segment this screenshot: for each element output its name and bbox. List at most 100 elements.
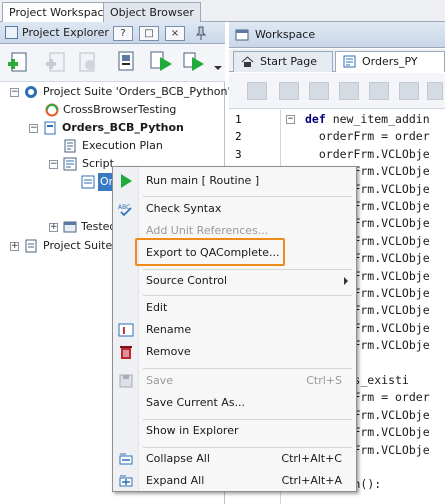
code-content: new_item_addin [325,112,430,126]
menu-item-edit[interactable]: Edit [113,297,356,319]
tree-item-project-suite[interactable]: − Project Suite 'Orders_BCB_Python' (1 [0,83,245,101]
help-button[interactable]: ? [113,26,133,41]
trash-icon [118,344,134,360]
crossbrowser-icon [45,103,59,117]
menu-label: Edit [146,301,168,314]
line-number: 1 [235,113,242,126]
menu-label: Save Current As... [146,396,246,409]
outdent-icon[interactable] [309,82,329,100]
tree-item-crossbrowsertesting[interactable]: CrossBrowserTesting [0,101,225,119]
context-menu: Run main [ Routine ] ABC Check Syntax Ad… [112,166,357,492]
workspace-tabstrip: Project Workspace Object Browser [0,0,445,23]
tree-item-execution-plan[interactable]: Execution Plan [0,137,225,155]
code-content: orderFrm = order [305,129,430,144]
code-line: 3 orderFrm.VCLObje [229,146,445,163]
menu-separator [143,196,352,197]
menu-shortcut: Ctrl+Alt+A [281,474,342,487]
svg-text:I: I [122,326,126,337]
menu-item-collapse-all[interactable]: Collapse All Ctrl+Alt+C [113,448,356,470]
script-unit-icon [81,175,95,189]
menu-label: Collapse All [146,452,210,465]
tab-project-workspace-label: Project Workspace [9,6,111,19]
fold-toggle-icon[interactable]: − [286,115,295,124]
tab-orders-py[interactable]: Orders_PY [335,51,445,72]
editor-toolbar [229,73,445,109]
menu-item-save-current-as[interactable]: Save Current As... [113,392,356,414]
editor-tabs: Start Page Orders_PY [229,49,445,72]
run-icon [118,173,134,189]
collapse-icon[interactable]: − [29,124,38,133]
run-routine-icon[interactable] [247,82,267,100]
workspace-title: Workspace [255,28,316,41]
close-button[interactable]: × [165,26,185,41]
edit-project-icon[interactable] [114,49,140,75]
tab-object-browser[interactable]: Object Browser [103,2,201,22]
project-explorer-icon [5,26,18,39]
restore-button[interactable]: □ [139,26,159,41]
expand-icon[interactable]: + [49,223,58,232]
tree-label: Orders_BCB_Python [62,121,184,134]
menu-item-remove[interactable]: Remove [113,341,356,363]
menu-item-run-main[interactable]: Run main [ Routine ] [113,170,356,192]
tree-label: Script [82,157,114,170]
menu-shortcut: Ctrl+Alt+C [281,452,342,465]
run-project-icon[interactable] [148,49,174,75]
menu-shortcut: Ctrl+S [306,374,342,387]
code-text: orderFrm.VCLObje [305,146,430,163]
panel-title: Project Explorer [22,26,109,39]
refresh-icon[interactable] [399,82,419,100]
menu-item-rename[interactable]: I Rename [113,319,356,341]
tree-item-project[interactable]: − Orders_BCB_Python [0,119,225,137]
tree-label: Project Suite L [43,239,122,252]
pin-icon[interactable] [191,26,211,41]
comment-icon[interactable] [339,82,359,100]
expand-all-icon [118,473,134,489]
line-number: 2 [235,130,242,144]
collapse-icon[interactable]: − [10,88,19,97]
workspace-header: Workspace [229,22,445,48]
save-icon [118,373,134,389]
script-file-icon [343,55,356,74]
expand-icon[interactable]: + [10,242,19,251]
code-text: def new_item_addin [305,111,430,128]
tree-label: Execution Plan [82,139,163,152]
tab-start-page[interactable]: Start Page [233,51,333,72]
run-dropdown-arrow-icon[interactable] [214,66,222,70]
add-new-item-icon[interactable] [6,49,32,75]
collapse-all-icon [118,451,134,467]
menu-item-save[interactable]: Save Ctrl+S [113,370,356,392]
tested-apps-icon [63,220,77,234]
menu-item-show-in-explorer[interactable]: Show in Explorer [113,420,356,442]
project-explorer-header: Project Explorer ? □ × [0,22,225,44]
add-existing-item-icon[interactable] [44,49,70,75]
tab-project-workspace[interactable]: Project Workspace [2,2,118,23]
collapse-icon[interactable]: − [49,160,58,169]
menu-label: Rename [146,323,192,336]
execution-plan-icon [63,139,77,153]
menu-label: Run main [ Routine ] [146,174,260,187]
menu-item-source-control[interactable]: Source Control [113,270,356,292]
menu-label: Source Control [146,274,228,287]
code-line: 2 orderFrm = order [229,128,445,145]
tab-label: Orders_PY [362,55,418,68]
line-number: 3 [235,147,242,161]
menu-label: Save [146,374,174,387]
menu-label: Show in Explorer [146,424,239,437]
tree-label: CrossBrowserTesting [63,103,177,116]
remove-item-icon[interactable] [74,49,100,75]
menu-item-expand-all[interactable]: Expand All Ctrl+Alt+A [113,470,356,492]
menu-separator [143,295,352,296]
menu-label: Remove [146,345,191,358]
view-icon[interactable] [427,82,443,100]
menu-item-check-syntax[interactable]: ABC Check Syntax [113,198,356,220]
uncomment-icon[interactable] [369,82,389,100]
code-content: orderFrm.VCLObje [305,146,430,161]
check-syntax-icon: ABC [118,201,134,217]
menu-label: Expand All [146,474,205,487]
code-keyword: def [305,112,326,126]
export-highlight-box [135,238,285,266]
script-folder-icon [63,157,77,171]
indent-icon[interactable] [279,82,299,100]
run-suite-icon[interactable] [182,49,208,75]
home-icon [241,55,254,74]
